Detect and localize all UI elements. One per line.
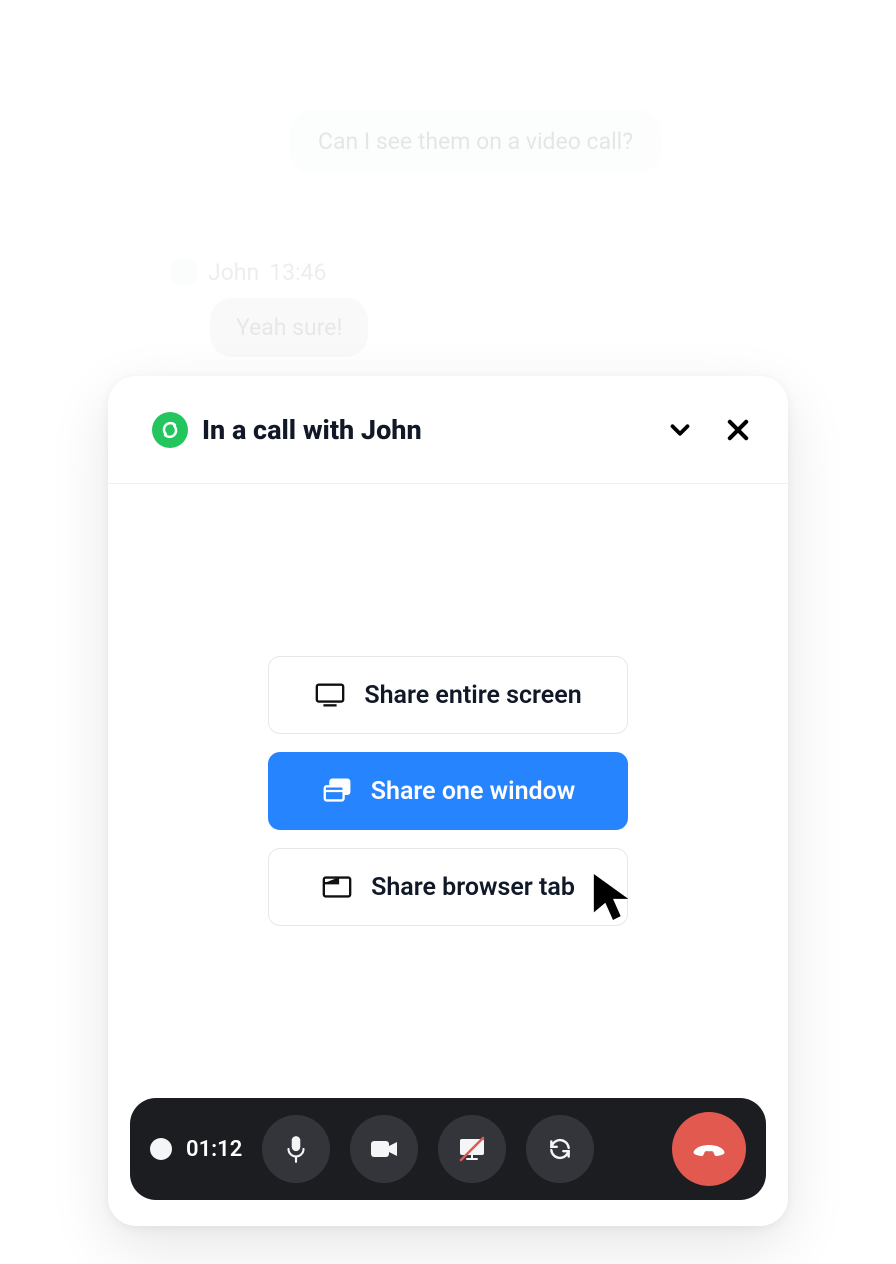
chat-message-meta: John 13:46 xyxy=(170,258,790,286)
chat-sender-name: John xyxy=(208,259,259,286)
call-control-bar: 01:12 xyxy=(130,1098,766,1200)
chat-background: Can I see them on a video call? John 13:… xyxy=(110,110,790,357)
microphone-icon xyxy=(283,1134,309,1164)
record-dot-icon xyxy=(150,1138,172,1160)
refresh-icon xyxy=(547,1136,573,1162)
switch-button[interactable] xyxy=(526,1115,594,1183)
call-header: In a call with John xyxy=(108,376,788,484)
window-icon xyxy=(321,776,353,806)
minimize-button[interactable] xyxy=(658,408,702,452)
camera-icon xyxy=(369,1138,399,1160)
tab-icon xyxy=(321,873,353,901)
call-panel: In a call with John Share entire screen xyxy=(108,376,788,1226)
microphone-button[interactable] xyxy=(262,1115,330,1183)
avatar xyxy=(170,258,198,286)
share-options: Share entire screen Share one window Sha… xyxy=(108,484,788,1098)
chat-message-outgoing: Can I see them on a video call? xyxy=(290,110,661,173)
end-call-button[interactable] xyxy=(672,1112,746,1186)
close-button[interactable] xyxy=(716,408,760,452)
camera-button[interactable] xyxy=(350,1115,418,1183)
chevron-down-icon xyxy=(665,415,695,445)
share-one-window-label: Share one window xyxy=(371,777,575,806)
share-one-window-button[interactable]: Share one window xyxy=(268,752,628,830)
close-icon xyxy=(724,416,752,444)
call-title: In a call with John xyxy=(202,414,422,446)
share-browser-tab-label: Share browser tab xyxy=(371,873,575,902)
phone-hangup-icon xyxy=(691,1131,727,1167)
recording-indicator: 01:12 xyxy=(150,1137,242,1162)
share-browser-tab-button[interactable]: Share browser tab xyxy=(268,848,628,926)
share-entire-screen-label: Share entire screen xyxy=(364,681,581,710)
chat-message-time: 13:46 xyxy=(269,259,326,286)
screen-icon xyxy=(314,681,346,709)
call-duration: 01:12 xyxy=(186,1137,242,1162)
screen-share-toggle-button[interactable] xyxy=(438,1115,506,1183)
screen-share-off-icon xyxy=(456,1135,488,1163)
app-logo xyxy=(152,412,188,448)
share-entire-screen-button[interactable]: Share entire screen xyxy=(268,656,628,734)
chat-message-incoming: Yeah sure! xyxy=(210,298,368,357)
